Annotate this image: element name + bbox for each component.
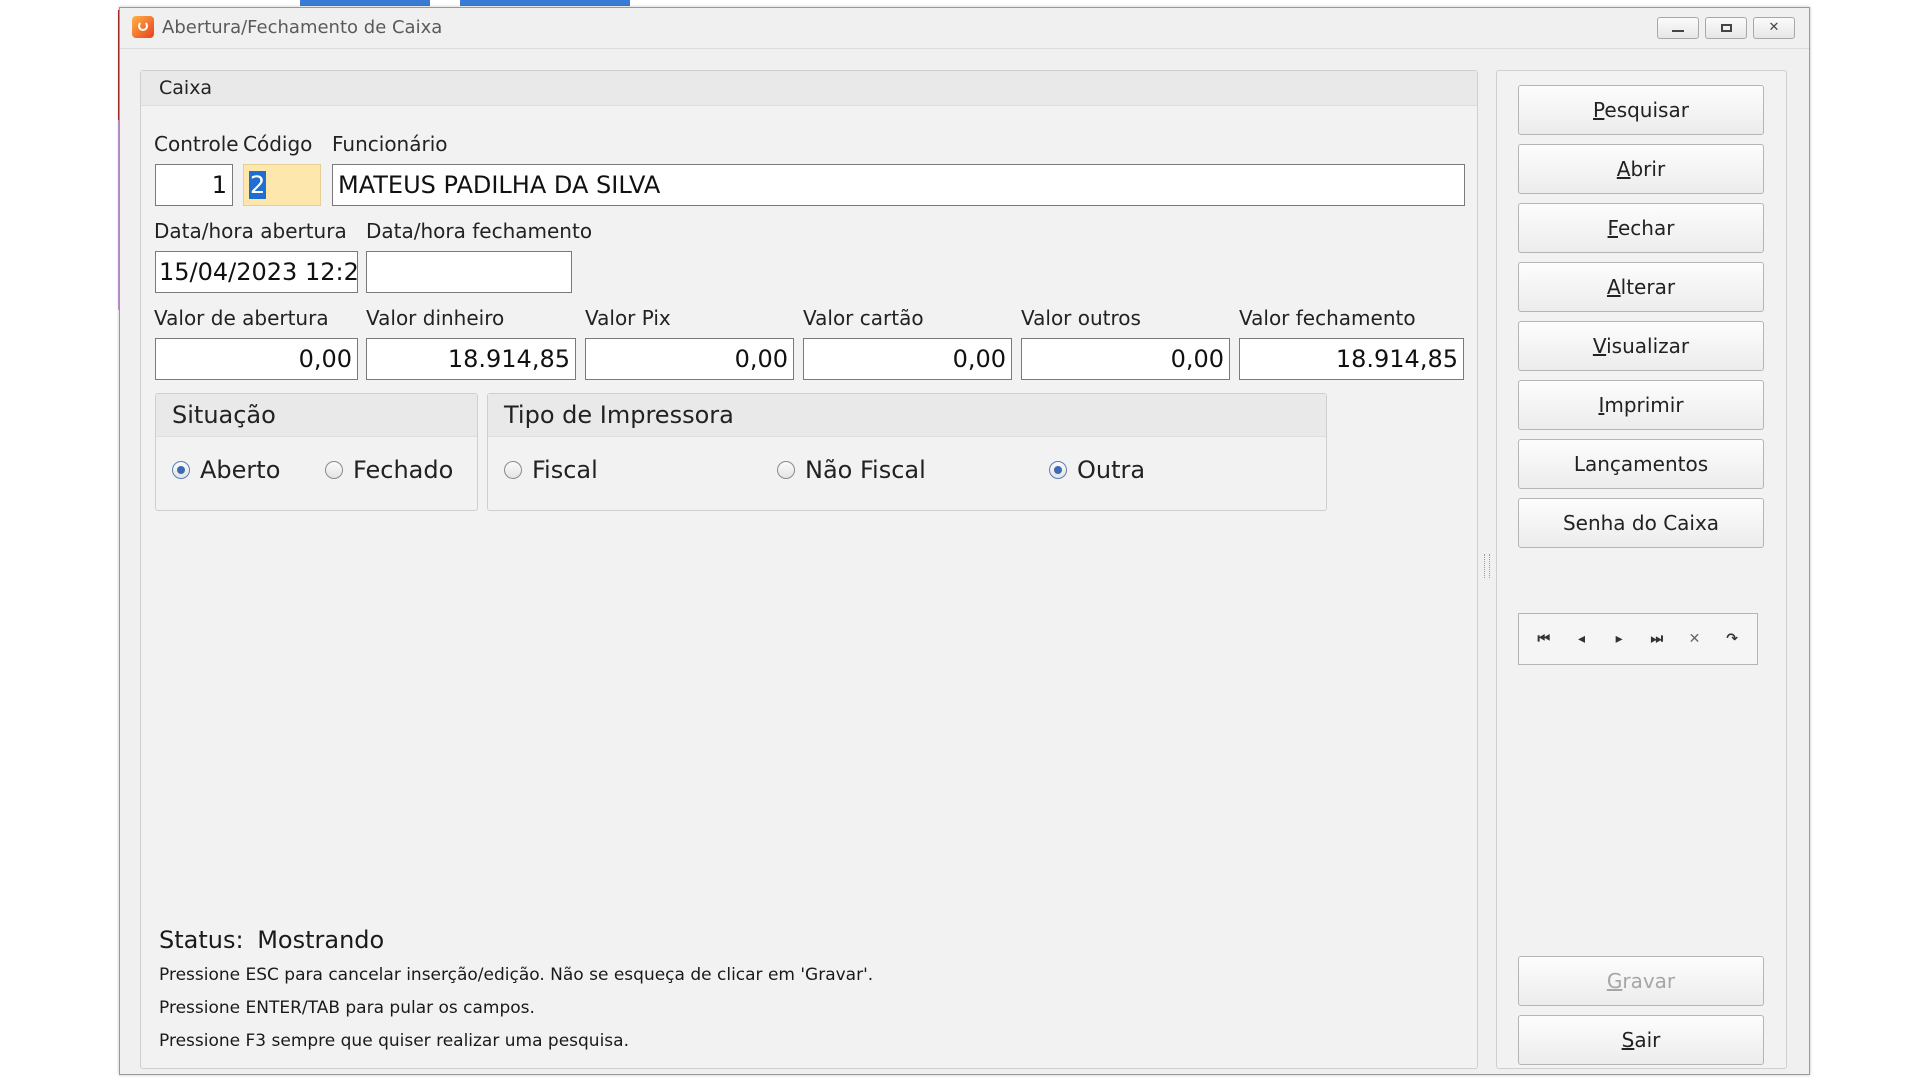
panel-title: Caixa <box>141 71 1477 106</box>
alterar-label: lterar <box>1620 275 1676 299</box>
valor-fechamento-field[interactable]: 18.914,85 <box>1239 338 1464 380</box>
abrir-button[interactable]: Abrir <box>1518 144 1764 194</box>
window-title: Abertura/Fechamento de Caixa <box>162 17 443 38</box>
valor-cartao-label: Valor cartão <box>803 306 924 330</box>
data-abertura-field[interactable]: 15/04/2023 12:25 <box>155 251 358 293</box>
abrir-mnemonic: A <box>1616 157 1631 181</box>
valor-fechamento-label: Valor fechamento <box>1239 306 1416 330</box>
alterar-mnemonic: A <box>1606 275 1621 299</box>
data-abertura-label: Data/hora abertura <box>154 219 347 243</box>
funcionario-field[interactable]: MATEUS PADILHA DA SILVA <box>332 164 1465 206</box>
lancamentos-button[interactable]: Lançamentos <box>1518 439 1764 489</box>
situacao-title: Situação <box>156 394 477 437</box>
controle-field[interactable]: 1 <box>155 164 233 206</box>
fechar-mnemonic: F <box>1607 216 1618 240</box>
radio-unchecked-icon <box>325 461 343 479</box>
pesquisar-button[interactable]: Pesquisar <box>1518 85 1764 135</box>
gravar-mnemonic: G <box>1606 969 1623 993</box>
senha-caixa-button[interactable]: Senha do Caixa <box>1518 498 1764 548</box>
window-client: Caixa Controle Código Funcionário 1 2 MA… <box>120 49 1809 1074</box>
radio-label: Fiscal <box>532 456 598 484</box>
status-value: Mostrando <box>257 926 385 954</box>
status-label: Status: <box>159 926 244 954</box>
valor-outros-label: Valor outros <box>1021 306 1141 330</box>
situacao-group: Situação Aberto Fechado <box>155 393 478 511</box>
minimize-button[interactable] <box>1657 17 1699 39</box>
gravar-label: ravar <box>1622 969 1676 993</box>
controle-label: Controle <box>154 132 239 156</box>
minimize-icon <box>1672 29 1684 32</box>
situacao-fechado-radio[interactable]: Fechado <box>325 456 453 484</box>
visualizar-button[interactable]: Visualizar <box>1518 321 1764 371</box>
abrir-label: brir <box>1630 157 1666 181</box>
imprimir-button[interactable]: Imprimir <box>1518 380 1764 430</box>
close-button[interactable]: ✕ <box>1753 17 1795 39</box>
record-navigator: ⏮ ◂ ▸ ⏭ ✕ ↷ <box>1518 613 1758 665</box>
radio-unchecked-icon <box>504 461 522 479</box>
data-fechamento-field[interactable] <box>366 251 572 293</box>
radio-label: Aberto <box>200 456 281 484</box>
valor-pix-label: Valor Pix <box>585 306 671 330</box>
first-record-icon[interactable]: ⏮ <box>1530 631 1558 647</box>
valor-dinheiro-field[interactable]: 18.914,85 <box>366 338 576 380</box>
radio-checked-icon <box>1049 461 1067 479</box>
impressora-outra-radio[interactable]: Outra <box>1049 456 1145 484</box>
visualizar-label: isualizar <box>1606 334 1690 358</box>
pesquisar-label: esquisar <box>1604 98 1689 122</box>
valor-abertura-label: Valor de abertura <box>154 306 329 330</box>
pesquisar-mnemonic: P <box>1593 98 1605 122</box>
valor-cartao-field[interactable]: 0,00 <box>803 338 1012 380</box>
radio-label: Outra <box>1077 456 1146 484</box>
fechar-button[interactable]: Fechar <box>1518 203 1764 253</box>
sair-button[interactable]: Sair <box>1518 1015 1764 1065</box>
caixa-panel: Caixa Controle Código Funcionário 1 2 MA… <box>140 70 1478 1069</box>
impressora-fiscal-radio[interactable]: Fiscal <box>504 456 598 484</box>
refresh-icon[interactable]: ↷ <box>1718 631 1746 647</box>
radio-label: Não Fiscal <box>805 456 926 484</box>
funcionario-label: Funcionário <box>332 132 448 156</box>
gravar-button[interactable]: Gravar <box>1518 956 1764 1006</box>
cancel-icon[interactable]: ✕ <box>1680 631 1708 647</box>
data-fechamento-label: Data/hora fechamento <box>366 219 593 243</box>
visualizar-mnemonic: V <box>1592 334 1607 358</box>
radio-checked-icon <box>172 461 190 479</box>
sair-label: air <box>1634 1028 1661 1052</box>
maximize-button[interactable] <box>1705 17 1747 39</box>
next-record-icon[interactable]: ▸ <box>1605 631 1633 647</box>
maximize-icon <box>1720 23 1732 32</box>
impressora-title: Tipo de Impressora <box>488 394 1326 437</box>
radio-unchecked-icon <box>777 461 795 479</box>
imprimir-label: mprimir <box>1604 393 1684 417</box>
impressora-group: Tipo de Impressora Fiscal Não Fiscal Out… <box>487 393 1327 511</box>
sair-mnemonic: S <box>1621 1028 1635 1052</box>
situacao-aberto-radio[interactable]: Aberto <box>172 456 280 484</box>
app-logo-icon <box>132 16 154 38</box>
actions-panel: Pesquisar Abrir Fechar Alterar Visualiza… <box>1496 70 1787 1069</box>
last-record-icon[interactable]: ⏭ <box>1643 631 1671 647</box>
valor-outros-field[interactable]: 0,00 <box>1021 338 1230 380</box>
radio-label: Fechado <box>353 456 454 484</box>
impressora-nao-fiscal-radio[interactable]: Não Fiscal <box>777 456 926 484</box>
valor-abertura-field[interactable]: 0,00 <box>155 338 358 380</box>
splitter-handle[interactable] <box>1484 554 1490 578</box>
alterar-button[interactable]: Alterar <box>1518 262 1764 312</box>
valor-pix-field[interactable]: 0,00 <box>585 338 794 380</box>
caixa-window: Abertura/Fechamento de Caixa ✕ Caixa Con… <box>119 7 1810 1075</box>
title-bar: Abertura/Fechamento de Caixa ✕ <box>120 8 1809 49</box>
close-icon: ✕ <box>1768 20 1780 35</box>
hint-f3: Pressione F3 sempre que quiser realizar … <box>159 1031 629 1051</box>
valor-dinheiro-label: Valor dinheiro <box>366 306 505 330</box>
fechar-label: echar <box>1617 216 1675 240</box>
codigo-field[interactable]: 2 <box>243 164 321 206</box>
hint-esc: Pressione ESC para cancelar inserção/edi… <box>159 965 874 985</box>
prior-record-icon[interactable]: ◂ <box>1567 631 1595 647</box>
hint-enter-tab: Pressione ENTER/TAB para pular os campos… <box>159 998 535 1018</box>
codigo-value: 2 <box>249 171 267 199</box>
background-tab <box>300 0 430 6</box>
status-line: Status: Mostrando <box>159 926 384 954</box>
codigo-label: Código <box>243 132 313 156</box>
background-tab <box>460 0 630 6</box>
